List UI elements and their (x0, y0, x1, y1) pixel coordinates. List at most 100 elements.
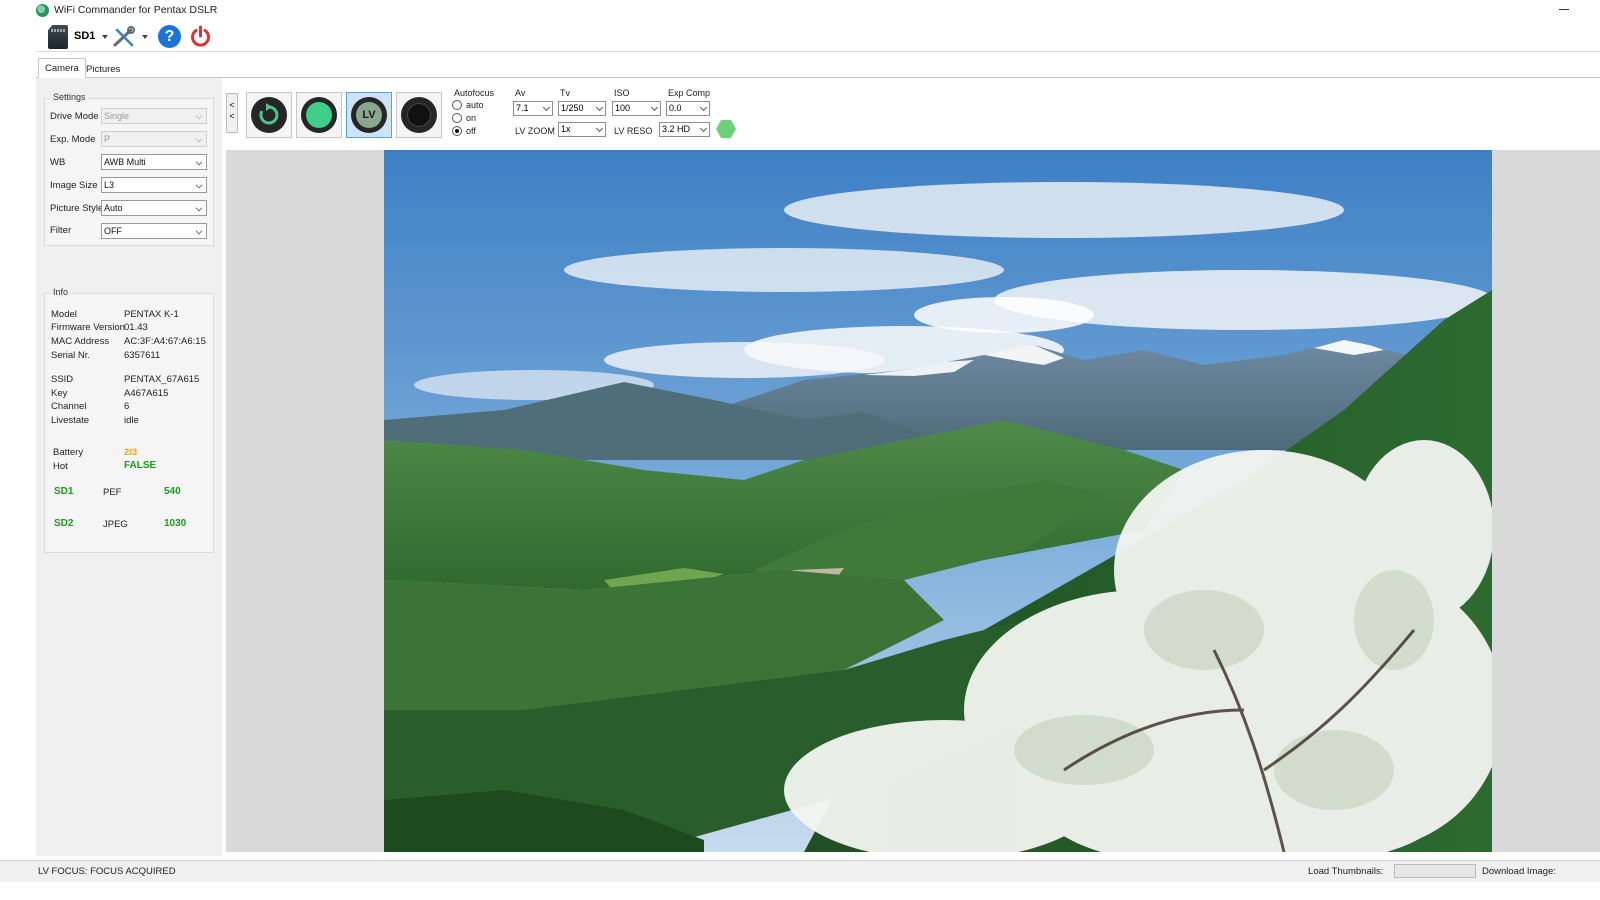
shutter-button[interactable] (396, 92, 442, 138)
sd-card-icon[interactable] (48, 25, 68, 49)
app-logo-icon (36, 4, 49, 17)
iso-select[interactable]: 100 (612, 101, 661, 116)
livestate-label: Livestate (51, 415, 90, 426)
window-title: WiFi Commander for Pentax DSLR (54, 4, 218, 16)
serial-value: 6357611 (124, 350, 161, 361)
tools-dropdown-arrow-icon[interactable] (142, 35, 148, 39)
status-text: LV FOCUS: FOCUS ACQUIRED (38, 866, 176, 877)
sd1-count: 540 (164, 486, 181, 497)
autofocus-off-radio[interactable] (452, 126, 462, 136)
battery-label: Battery (53, 447, 84, 458)
title-bar (0, 0, 1600, 20)
channel-label: Channel (51, 401, 87, 412)
ssid-value: PENTAX_67A615 (124, 374, 200, 385)
sd2-count: 1030 (164, 518, 187, 529)
av-value: 7.1 (516, 103, 529, 113)
exp-mode-label: Exp. Mode (50, 134, 96, 145)
focus-button[interactable] (296, 92, 342, 138)
refresh-button[interactable] (246, 92, 292, 138)
chevron-down-icon (195, 227, 203, 235)
chevron-down-icon (595, 103, 604, 112)
wb-value: AWB Multi (104, 157, 146, 167)
key-label: Key (51, 388, 68, 399)
live-view-button[interactable]: LV (346, 92, 392, 138)
lv-reso-select[interactable]: 3.2 HD (659, 122, 710, 137)
tv-label: Tv (560, 88, 570, 98)
lv-reso-label: LV RESO (614, 126, 653, 136)
button-ring (251, 97, 287, 133)
sd2-format: JPEG (103, 519, 128, 530)
sd2-label: SD2 (54, 518, 74, 529)
shutter-icon (407, 103, 431, 127)
autofocus-label: Autofocus (454, 88, 495, 98)
autofocus-off-label: off (466, 126, 476, 136)
green-circle-icon (306, 102, 332, 128)
chevron-down-icon (195, 181, 203, 189)
chevron-down-icon (699, 103, 708, 112)
minimize-button[interactable] (1556, 2, 1572, 14)
channel-value: 6 (124, 401, 130, 412)
tools-icon[interactable] (112, 26, 136, 48)
filter-value: OFF (104, 226, 122, 236)
live-view-image[interactable] (384, 150, 1524, 870)
sd-selector-label[interactable]: SD1 (74, 30, 95, 42)
lv-zoom-select[interactable]: 1x (558, 122, 606, 137)
autofocus-auto-radio[interactable] (452, 100, 462, 110)
livestate-value: idle (124, 415, 139, 426)
drive-mode-select[interactable]: Single (101, 108, 207, 124)
chevron-down-icon (195, 158, 203, 166)
lv-zoom-label: LV ZOOM (515, 126, 555, 136)
av-label: Av (515, 88, 526, 98)
power-icon[interactable] (188, 24, 213, 49)
exp-mode-value: P (104, 134, 111, 144)
autofocus-on-radio[interactable] (452, 113, 462, 123)
hot-value: FALSE (124, 460, 157, 471)
drive-mode-value: Single (104, 111, 130, 121)
button-ring (401, 97, 437, 133)
iso-label: ISO (614, 88, 630, 98)
chevron-down-icon (542, 103, 551, 112)
sd-dropdown-arrow-icon[interactable] (102, 35, 108, 39)
tv-value: 1/250 (561, 103, 584, 113)
chevron-down-icon (195, 135, 203, 143)
sd1-label: SD1 (54, 486, 74, 497)
firmware-value: 01.43 (124, 322, 148, 333)
ssid-label: SSID (51, 374, 74, 385)
wb-select[interactable]: AWB Multi (101, 154, 207, 170)
live-view-icon: LV (356, 102, 382, 128)
exp-mode-select[interactable]: P (101, 131, 207, 147)
tab-pictures[interactable]: Pictures (80, 60, 126, 80)
key-value: A467A615 (124, 388, 169, 399)
info-group-title: Info (51, 287, 71, 297)
picture-style-select[interactable]: Auto (101, 200, 207, 216)
filter-label: Filter (50, 225, 72, 236)
autofocus-on-label: on (466, 113, 477, 123)
drive-mode-label: Drive Mode (50, 111, 99, 122)
chevron-down-icon (195, 112, 203, 120)
model-value: PENTAX K-1 (124, 309, 179, 320)
collapse-panel-button[interactable]: < < (226, 93, 238, 133)
load-thumbnails-label: Load Thumbnails: (1308, 866, 1384, 877)
chevron-down-icon (595, 124, 604, 133)
image-size-select[interactable]: L3 (101, 177, 207, 193)
button-ring: LV (351, 97, 387, 133)
exp-comp-label: Exp Comp (668, 88, 711, 98)
tv-select[interactable]: 1/250 (558, 101, 606, 116)
chevron-down-icon (699, 124, 708, 133)
serial-label: Serial Nr. (51, 350, 91, 361)
tab-strip: Camera Pictures (36, 56, 1600, 80)
exp-comp-value: 0.0 (669, 103, 682, 113)
mac-address-label: MAC Address (51, 336, 110, 347)
button-ring (301, 97, 337, 133)
help-icon[interactable]: ? (158, 25, 181, 48)
filter-select[interactable]: OFF (101, 223, 207, 239)
refresh-icon (259, 103, 279, 125)
toolbar: SD1 ? (36, 20, 1600, 52)
picture-style-label: Picture Style (50, 203, 104, 214)
autofocus-auto-label: auto (466, 100, 484, 110)
exp-comp-select[interactable]: 0.0 (666, 101, 710, 116)
tab-camera[interactable]: Camera (38, 58, 86, 79)
download-image-label: Download Image: (1482, 866, 1556, 877)
av-select[interactable]: 7.1 (513, 101, 553, 116)
picture-style-value: Auto (104, 203, 123, 213)
